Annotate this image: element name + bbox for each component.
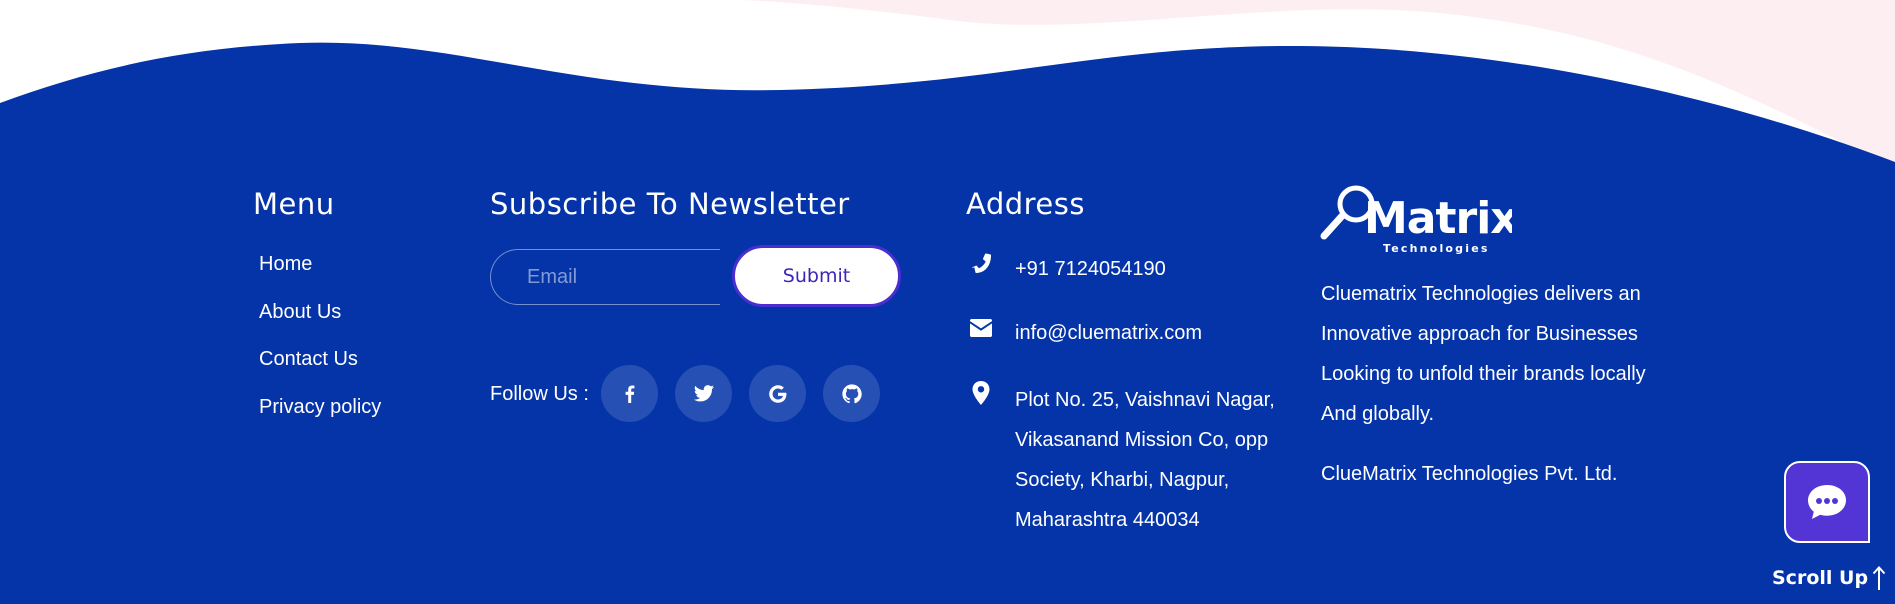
twitter-icon bbox=[693, 384, 714, 401]
newsletter-heading: Subscribe To Newsletter bbox=[490, 187, 850, 221]
facebook-button[interactable] bbox=[601, 365, 658, 422]
phone-icon bbox=[968, 250, 994, 276]
cluematrix-logo: Matrix Technologies bbox=[1320, 185, 1512, 255]
contact-phone: +91 7124054190 bbox=[1015, 258, 1166, 280]
contact-email: info@cluematrix.com bbox=[1015, 322, 1203, 344]
menu-item: Home bbox=[259, 250, 381, 298]
follow-us-label: Follow Us : bbox=[490, 383, 589, 405]
github-icon bbox=[841, 383, 862, 403]
menu-item: Contact Us bbox=[259, 345, 381, 393]
twitter-button[interactable] bbox=[675, 365, 732, 422]
menu-list: Home About Us Contact Us Privacy policy bbox=[259, 250, 381, 440]
scroll-up-button[interactable]: Scroll Up bbox=[1772, 564, 1886, 592]
brand-description: Cluematrix Technologies delivers an Inno… bbox=[1321, 283, 1646, 425]
facebook-icon bbox=[625, 385, 634, 403]
arrow-up-icon bbox=[1872, 566, 1886, 590]
menu-heading: Menu bbox=[253, 187, 335, 221]
address-heading: Address bbox=[966, 187, 1085, 221]
menu-link-about-us[interactable]: About Us bbox=[259, 301, 341, 323]
menu-item: Privacy policy bbox=[259, 393, 381, 441]
menu-item: About Us bbox=[259, 298, 381, 346]
newsletter-email-input[interactable] bbox=[490, 249, 720, 305]
scroll-up-label: Scroll Up bbox=[1772, 567, 1869, 589]
newsletter-submit-button[interactable]: Submit bbox=[732, 245, 901, 307]
menu-link-home[interactable]: Home bbox=[259, 253, 312, 275]
chat-button[interactable] bbox=[1784, 461, 1870, 543]
svg-text:Matrix: Matrix bbox=[1364, 193, 1512, 244]
menu-link-contact-us[interactable]: Contact Us bbox=[259, 348, 358, 370]
envelope-icon bbox=[968, 315, 994, 341]
menu-link-privacy-policy[interactable]: Privacy policy bbox=[259, 396, 381, 418]
map-pin-icon bbox=[968, 380, 994, 406]
svg-text:Technologies: Technologies bbox=[1383, 242, 1490, 255]
google-button[interactable] bbox=[749, 365, 806, 422]
contact-address: Plot No. 25, Vaishnavi Nagar, Vikasanand… bbox=[1015, 389, 1275, 531]
brand-company-name: ClueMatrix Technologies Pvt. Ltd. bbox=[1321, 463, 1618, 485]
chat-bubble-icon bbox=[1808, 485, 1846, 519]
github-button[interactable] bbox=[823, 365, 880, 422]
google-icon bbox=[768, 384, 786, 403]
